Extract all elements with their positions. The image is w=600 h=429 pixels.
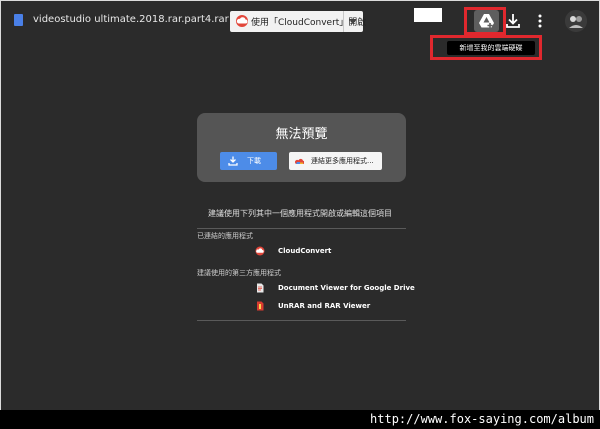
connected-apps-heading: 已連結的應用程式 (197, 232, 253, 240)
download-icon (506, 14, 520, 28)
download-file-label: 下載 (247, 157, 261, 165)
divider (197, 228, 406, 229)
redaction-box (414, 8, 442, 22)
chevron-down-icon[interactable] (349, 19, 357, 24)
more-options-button[interactable] (533, 11, 547, 31)
unrar-icon (257, 301, 264, 311)
download-icon (228, 156, 238, 166)
watermark-bar: http://www.fox-saying.com/album (0, 410, 600, 429)
download-file-button[interactable]: 下載 (220, 152, 277, 170)
cloud-icon (236, 15, 248, 27)
avatar[interactable] (565, 10, 587, 32)
file-icon (14, 14, 23, 26)
open-with-main[interactable]: 使用「CloudConvert」開啟 (230, 11, 366, 32)
more-vert-icon (538, 14, 542, 28)
file-name: videostudio ultimate.2018.rar.part4.rar (33, 14, 229, 25)
suggestion-headline: 建議使用下列其中一個應用程式開啟或編輯這個項目 (208, 209, 392, 218)
connect-more-apps-button[interactable]: 連結更多應用程式... (289, 152, 382, 170)
highlight-drive-button (464, 7, 506, 35)
highlight-tooltip (430, 35, 542, 60)
connect-more-apps-label: 連結更多應用程式... (311, 157, 374, 165)
open-with-divider (343, 11, 344, 32)
document-viewer-icon (257, 283, 264, 293)
no-preview-title: 無法預覽 (275, 127, 328, 142)
app-cloudconvert-label: CloudConvert (278, 247, 332, 255)
divider (197, 320, 406, 321)
watermark-text: http://www.fox-saying.com/album (370, 412, 594, 426)
open-with-button[interactable]: 使用「CloudConvert」開啟 (230, 11, 366, 32)
download-button[interactable] (503, 11, 523, 31)
no-preview-card: 無法預覽 下載 連結更多應用程式... (197, 113, 406, 182)
cloud-icon (255, 246, 265, 256)
apps-icon (295, 158, 304, 164)
avatar-image (565, 10, 587, 32)
app-document-viewer-label: Document Viewer for Google Drive (278, 284, 415, 292)
app-unrar-viewer-label: UnRAR and RAR Viewer (278, 302, 371, 310)
third-party-heading: 建議使用的第三方應用程式 (197, 269, 281, 277)
